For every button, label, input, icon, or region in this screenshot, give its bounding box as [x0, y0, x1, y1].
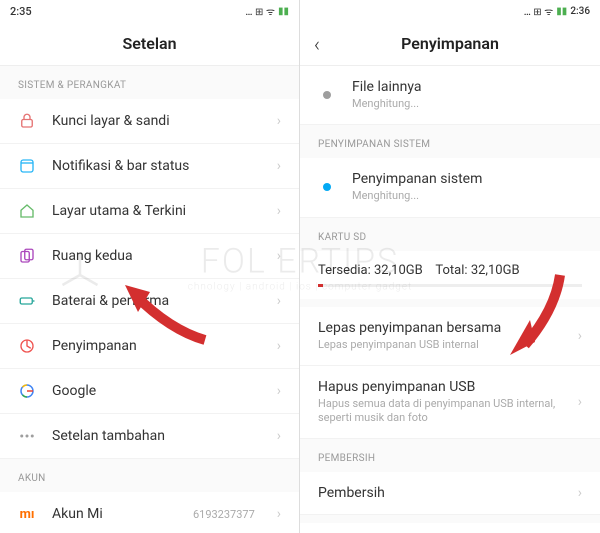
chevron-right-icon: ›: [277, 158, 281, 174]
row-lock-screen[interactable]: Kunci layar & sandi ›: [0, 99, 299, 144]
dot-icon: [318, 178, 336, 196]
dot-icon: [318, 86, 336, 104]
page-title: Setelan: [122, 34, 176, 53]
section-header-system: SISTEM & PERANGKAT: [0, 66, 299, 99]
status-icons: … ⊞ ᯤ ▮▮ 2:36: [524, 4, 590, 18]
chevron-right-icon: ›: [277, 428, 281, 444]
row-sublabel: Lepas penyimpanan USB internal: [318, 338, 562, 352]
back-button[interactable]: ‹: [314, 32, 320, 56]
row-google[interactable]: Google ›: [0, 369, 299, 414]
row-system-storage[interactable]: Penyimpanan sistem Menghitung...: [300, 158, 600, 217]
row-notifications[interactable]: Notifikasi & bar status ›: [0, 144, 299, 189]
row-label: File lainnya: [352, 79, 582, 95]
header-right: ‹ Penyimpanan: [300, 22, 600, 66]
row-label: Penyimpanan sistem: [352, 171, 582, 187]
google-icon: [18, 382, 36, 400]
row-label: Hapus penyimpanan USB: [318, 379, 562, 395]
row-label: Pembersih: [318, 485, 562, 501]
row-battery[interactable]: Baterai & performa ›: [0, 279, 299, 324]
row-cleaner[interactable]: Pembersih ›: [300, 472, 600, 515]
row-label: Baterai & performa: [52, 293, 261, 309]
status-bar-right: … ⊞ ᯤ ▮▮ 2:36: [300, 0, 600, 22]
section-header-cleaner: PEMBERSIH: [300, 439, 600, 472]
row-label: Penyimpanan: [52, 338, 261, 354]
row-storage-settings[interactable]: Setelan penyimpanan Pilih tempat simpan …: [300, 523, 600, 533]
home-icon: [18, 202, 36, 220]
settings-list[interactable]: SISTEM & PERANGKAT Kunci layar & sandi ›…: [0, 66, 299, 533]
status-icons: … ⊞ ᯤ ▮▮: [245, 4, 289, 18]
row-label: Kunci layar & sandi: [52, 113, 261, 129]
section-header-account: AKUN: [0, 459, 299, 492]
row-erase-usb-storage[interactable]: Hapus penyimpanan USB Hapus semua data d…: [300, 366, 600, 440]
chevron-right-icon: ›: [277, 203, 281, 219]
storage-bar: [318, 284, 582, 287]
chevron-right-icon: ›: [277, 338, 281, 354]
battery-icon: [18, 292, 36, 310]
row-sublabel: Menghitung...: [352, 97, 582, 111]
row-mi-account[interactable]: mı Akun Mi 6193237377 ›: [0, 492, 299, 533]
sd-available: 32,10GB: [374, 263, 423, 278]
page-title: Penyimpanan: [401, 34, 499, 53]
account-id: 6193237377: [193, 508, 255, 521]
row-label: Akun Mi: [52, 506, 177, 522]
sd-summary: Tersedia: 32,10GB Total: 32,10GB: [300, 251, 600, 299]
row-label: Layar utama & Terkini: [52, 203, 261, 219]
chevron-right-icon: ›: [578, 394, 582, 410]
section-header-system-storage: PENYIMPANAN SISTEM: [300, 125, 600, 158]
row-label: Setelan tambahan: [52, 428, 261, 444]
phone-settings: 2:35 … ⊞ ᯤ ▮▮ Setelan SISTEM & PERANGKAT…: [0, 0, 300, 533]
storage-icon: [18, 337, 36, 355]
second-space-icon: [18, 247, 36, 265]
row-storage[interactable]: Penyimpanan ›: [0, 324, 299, 369]
chevron-right-icon: ›: [277, 248, 281, 264]
chevron-right-icon: ›: [277, 506, 281, 522]
status-time: 2:35: [10, 5, 32, 18]
row-home-screen[interactable]: Layar utama & Terkini ›: [0, 189, 299, 234]
chevron-right-icon: ›: [277, 293, 281, 309]
row-label: Notifikasi & bar status: [52, 158, 261, 174]
status-bar-left: 2:35 … ⊞ ᯤ ▮▮: [0, 0, 299, 22]
chevron-right-icon: ›: [578, 485, 582, 501]
row-unmount-storage[interactable]: Lepas penyimpanan bersama Lepas penyimpa…: [300, 307, 600, 366]
sd-total: 32,10GB: [471, 263, 520, 278]
notification-icon: [18, 157, 36, 175]
row-sublabel: Menghitung...: [352, 189, 582, 203]
chevron-right-icon: ›: [277, 113, 281, 129]
row-label: Lepas penyimpanan bersama: [318, 320, 562, 336]
header-left: Setelan: [0, 22, 299, 66]
chevron-right-icon: ›: [277, 383, 281, 399]
lock-icon: [18, 112, 36, 130]
row-label: Google: [52, 383, 261, 399]
phone-storage: … ⊞ ᯤ ▮▮ 2:36 ‹ Penyimpanan File lainnya…: [300, 0, 600, 533]
row-other-files[interactable]: File lainnya Menghitung...: [300, 66, 600, 125]
row-label: Ruang kedua: [52, 248, 261, 264]
storage-list[interactable]: File lainnya Menghitung... PENYIMPANAN S…: [300, 66, 600, 533]
row-sublabel: Hapus semua data di penyimpanan USB inte…: [318, 397, 562, 426]
more-icon: [18, 427, 36, 445]
section-header-sd-card: KARTU SD: [300, 218, 600, 251]
chevron-right-icon: ›: [578, 328, 582, 344]
mi-icon: mı: [18, 505, 36, 523]
row-additional-settings[interactable]: Setelan tambahan ›: [0, 414, 299, 459]
row-second-space[interactable]: Ruang kedua ›: [0, 234, 299, 279]
